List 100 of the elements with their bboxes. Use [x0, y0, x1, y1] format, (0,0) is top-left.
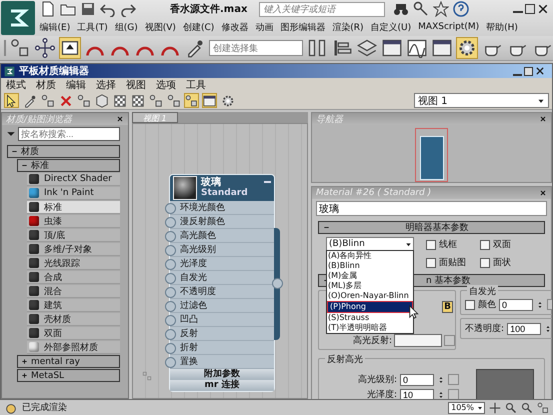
menu-item[interactable]: 材质: [31, 78, 61, 92]
input-socket-icon[interactable]: [165, 273, 176, 284]
collapse-icon[interactable]: [323, 224, 330, 231]
number-field[interactable]: 0: [499, 298, 534, 310]
category-header[interactable]: 材质: [7, 145, 120, 158]
zoom-icon[interactable]: [505, 402, 517, 414]
menu-item[interactable]: MAXScript(M): [414, 22, 483, 32]
star-icon[interactable]: [433, 1, 450, 17]
checkbox[interactable]: [426, 240, 436, 250]
input-socket-icon[interactable]: [165, 343, 176, 354]
lock-button[interactable]: B: [442, 301, 454, 313]
nodes-icon[interactable]: [166, 93, 181, 108]
pan-icon[interactable]: [489, 402, 501, 414]
menu-item[interactable]: 动画: [252, 20, 277, 34]
select-icon[interactable]: [4, 93, 19, 108]
close-icon[interactable]: [116, 115, 124, 123]
maximize-button[interactable]: [525, 4, 535, 14]
input-socket-icon[interactable]: [165, 287, 176, 298]
number-field[interactable]: 10: [400, 388, 434, 399]
material-editor-icon[interactable]: [456, 37, 478, 59]
input-socket-icon[interactable]: [165, 231, 176, 242]
shader-dropdown[interactable]: (B)Blinn: [326, 237, 414, 251]
place-icon[interactable]: [59, 37, 81, 59]
input-socket-icon[interactable]: [165, 301, 176, 312]
binoculars-icon[interactable]: [393, 1, 410, 17]
nodes-icon[interactable]: [537, 402, 549, 414]
search-field[interactable]: 按名称搜索...: [18, 127, 120, 141]
menu-item[interactable]: 视图: [121, 78, 151, 92]
material-item[interactable]: Ink 'n Paint: [27, 187, 120, 200]
delete-icon[interactable]: [58, 93, 73, 108]
input-socket-icon[interactable]: [165, 245, 176, 256]
material-item[interactable]: 双面: [27, 327, 120, 340]
layers-icon[interactable]: [356, 37, 378, 59]
close-icon[interactable]: [537, 3, 549, 15]
close-icon[interactable]: [535, 66, 545, 76]
category-header[interactable]: 标准: [17, 159, 120, 172]
expand-icon[interactable]: [21, 372, 28, 379]
select-link-icon[interactable]: [9, 37, 31, 59]
node-layout-icon[interactable]: [76, 93, 91, 108]
menu-item[interactable]: 渲染(R): [328, 20, 368, 34]
dropdown-option[interactable]: (A)各向异性: [327, 251, 413, 261]
checker-icon[interactable]: [130, 93, 145, 108]
curve-editor-icon[interactable]: [406, 37, 428, 59]
material-item[interactable]: 合成: [27, 271, 120, 284]
material-item[interactable]: 光线跟踪: [27, 257, 120, 270]
section-header[interactable]: mr 连接: [170, 380, 274, 391]
material-name-field[interactable]: 玻璃: [316, 201, 547, 216]
checker-icon[interactable]: [112, 93, 127, 108]
checkbox[interactable]: [426, 258, 436, 268]
menu-item[interactable]: 帮助(H): [482, 20, 522, 34]
close-icon[interactable]: [539, 115, 547, 123]
output-socket-icon[interactable]: [272, 278, 283, 289]
input-socket-icon[interactable]: [165, 329, 176, 340]
checkbox[interactable]: [480, 258, 490, 268]
material-item[interactable]: 标准: [27, 201, 120, 214]
material-item[interactable]: 外部参照材质: [27, 341, 120, 354]
number-field[interactable]: 0: [400, 374, 434, 386]
color-swatch[interactable]: [394, 334, 442, 347]
menu-item[interactable]: 选项: [151, 78, 181, 92]
material-item[interactable]: 壳材质: [27, 313, 120, 326]
gear-icon[interactable]: [220, 93, 235, 108]
window-icon[interactable]: [381, 37, 403, 59]
menu-item[interactable]: 工具: [181, 78, 211, 92]
selection-set-field[interactable]: 创建选择集: [209, 40, 303, 56]
schematic-icon[interactable]: [431, 37, 453, 59]
input-socket-icon[interactable]: [165, 203, 176, 214]
rollout-header[interactable]: 明暗器基本参数: [318, 221, 545, 234]
checkbox[interactable]: [480, 240, 490, 250]
menu-item[interactable]: 组(G): [111, 20, 142, 34]
menu-item[interactable]: 工具(T): [74, 20, 112, 34]
menu-item[interactable]: 编辑(E): [36, 20, 74, 34]
mirror-icon[interactable]: [306, 37, 328, 59]
input-socket-icon[interactable]: [165, 315, 176, 326]
new-file-icon[interactable]: [40, 1, 56, 17]
zoom-icon[interactable]: [521, 402, 533, 414]
input-socket-icon[interactable]: [165, 259, 176, 270]
dropdown-option[interactable]: (T)半透明明暗器: [327, 323, 413, 333]
maximize-button[interactable]: [524, 66, 533, 76]
category-header[interactable]: mental ray: [17, 355, 120, 368]
save-icon[interactable]: [80, 1, 96, 17]
search-field[interactable]: 键入关键字或短语: [259, 2, 386, 16]
view-dropdown[interactable]: 视图 1: [414, 93, 549, 108]
menu-item[interactable]: 视图(V): [141, 20, 180, 34]
nodes-icon[interactable]: [40, 93, 55, 108]
hierarchy-icon[interactable]: [184, 93, 199, 108]
close-icon[interactable]: [539, 189, 547, 197]
menu-item[interactable]: 模式: [1, 78, 31, 92]
node-layout-icon[interactable]: [148, 93, 163, 108]
eyedropper-icon[interactable]: [22, 93, 37, 108]
category-header[interactable]: MetaSL: [17, 369, 120, 382]
material-item[interactable]: 混合: [27, 285, 120, 298]
expand-icon[interactable]: [21, 358, 28, 365]
dropdown-option[interactable]: (O)Oren-Nayar-Blinn: [327, 291, 413, 301]
menu-item[interactable]: 编辑: [61, 78, 91, 92]
help-icon[interactable]: [453, 1, 470, 17]
dropdown-option[interactable]: (M)金属: [327, 271, 413, 281]
app-logo-icon[interactable]: [1, 1, 35, 35]
menu-item[interactable]: 修改器: [218, 20, 252, 34]
menu-item[interactable]: 图形编辑器: [276, 20, 329, 34]
section-header[interactable]: 附加参数: [170, 369, 274, 380]
